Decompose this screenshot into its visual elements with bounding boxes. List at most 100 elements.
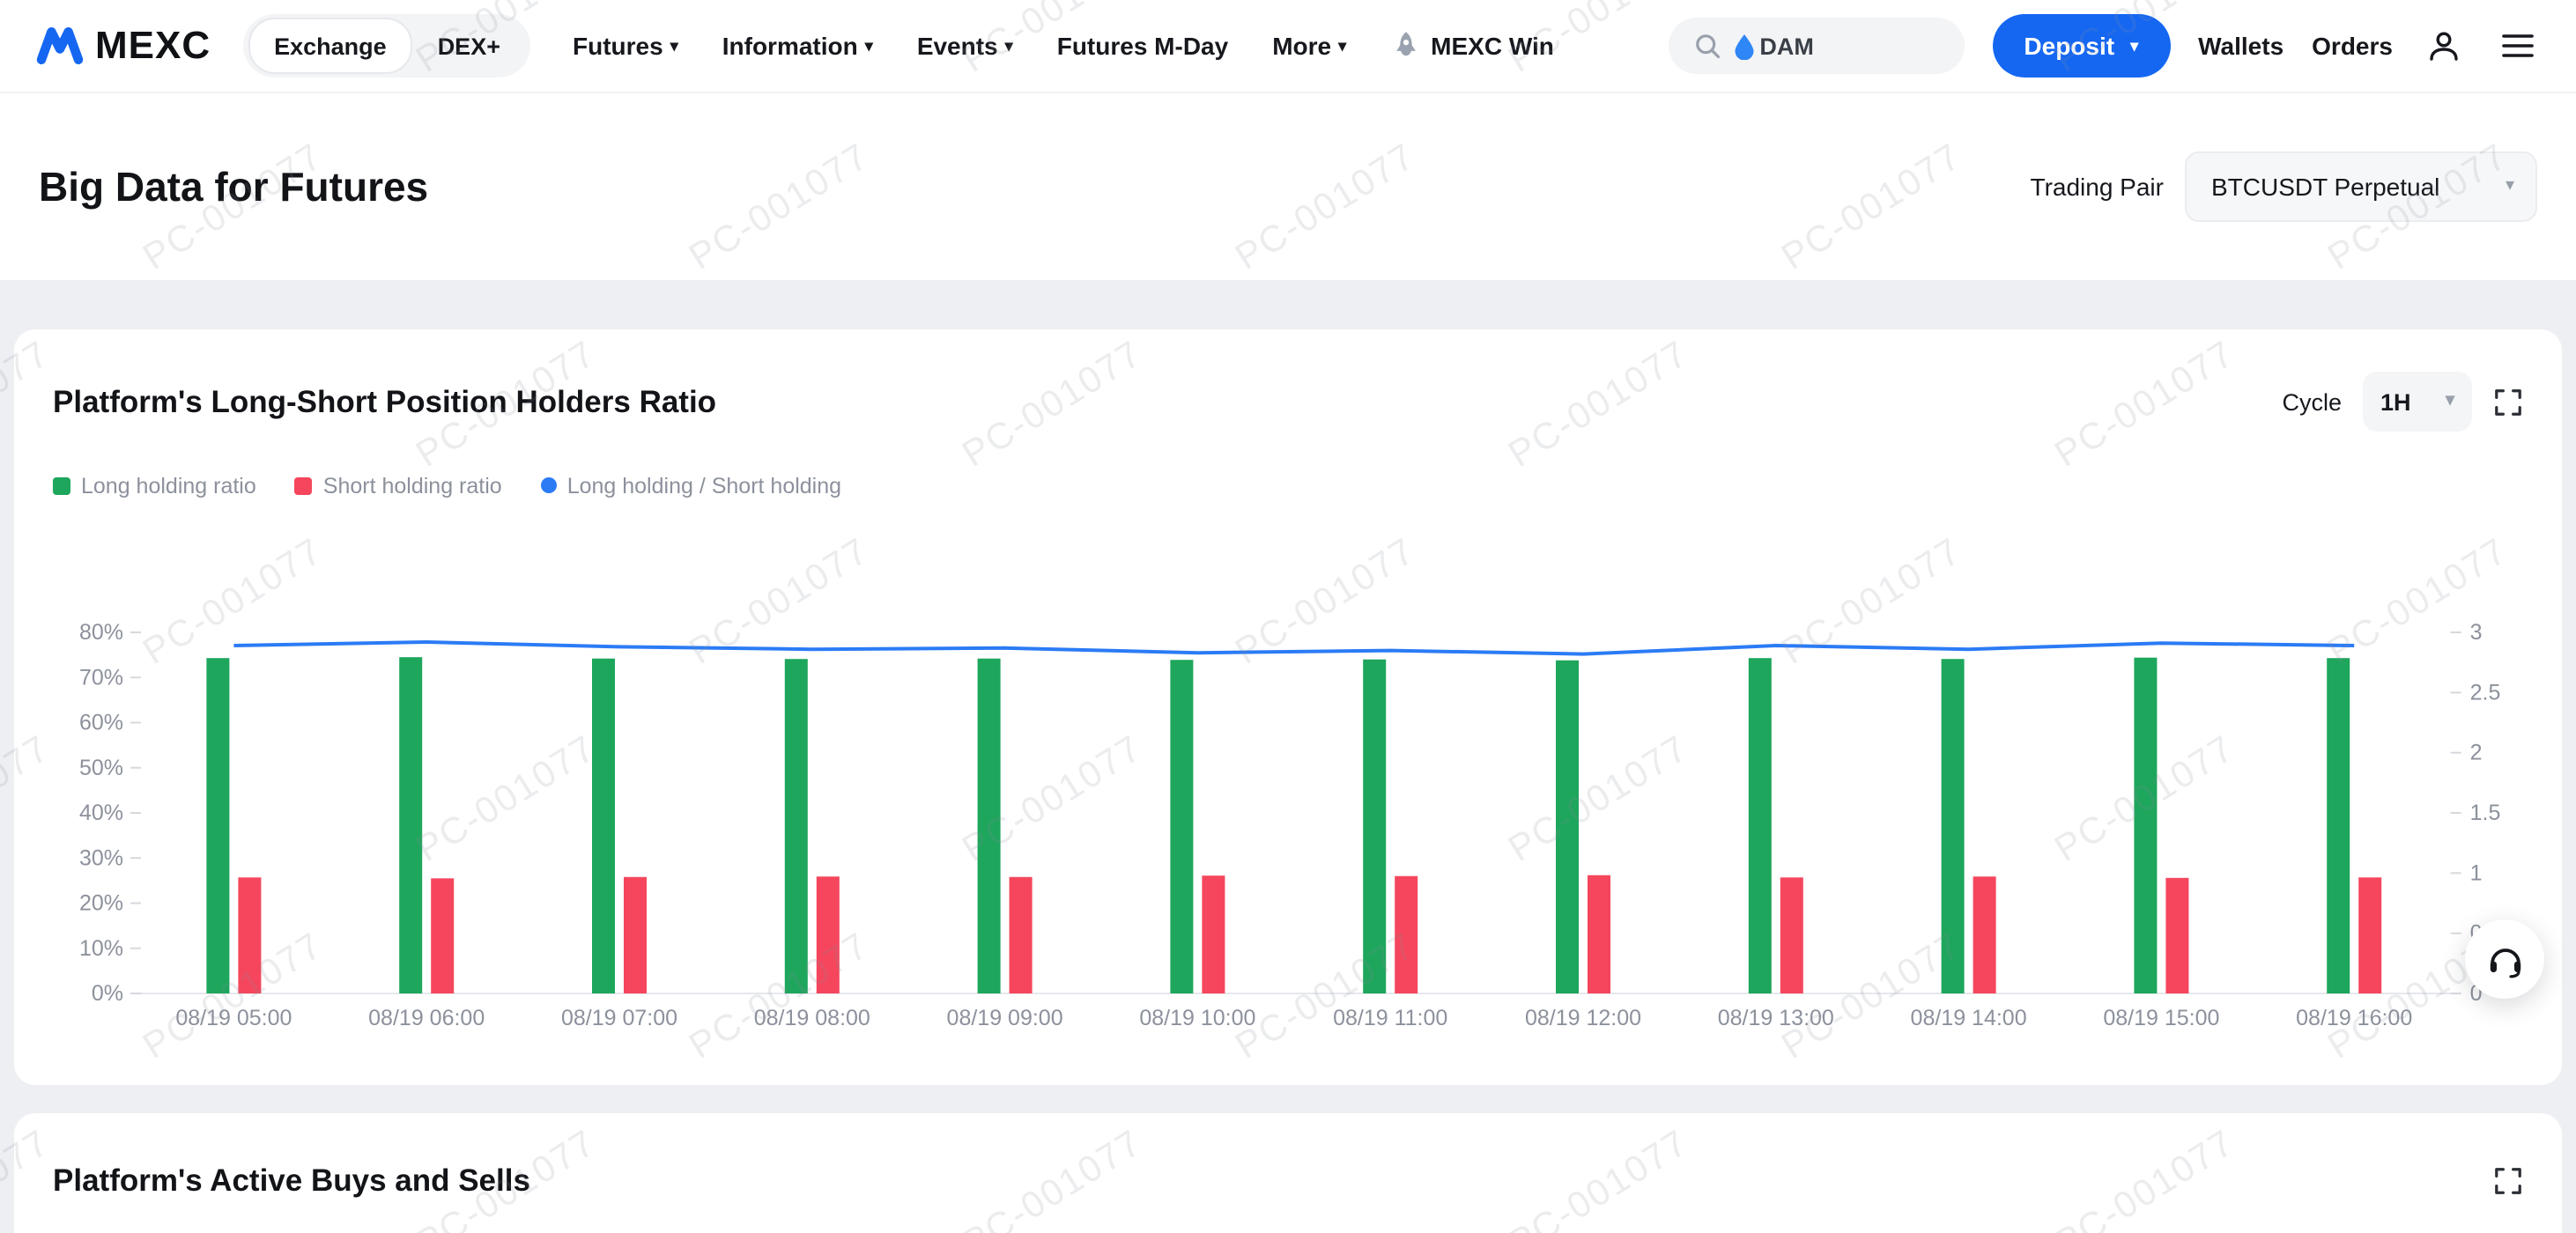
chevron-down-icon: ▾ [2506,178,2514,196]
svg-text:80%: 80% [79,620,123,645]
headset-icon [2485,940,2524,978]
svg-text:08/19 11:00: 08/19 11:00 [1333,1006,1447,1030]
droplet-icon [1733,33,1754,59]
svg-text:08/19 08:00: 08/19 08:00 [754,1006,870,1030]
menu-icon[interactable] [2495,23,2541,69]
search-value: DAM [1733,33,1814,59]
trading-pair-control: Trading Pair BTCUSDT Perpetual ▾ [2031,151,2538,222]
card-title: Platform's Active Buys and Sells [53,1155,530,1205]
nav-item-label: Futures M-Day [1057,32,1228,60]
search-icon [1692,32,1721,60]
orders-link[interactable]: Orders [2312,32,2393,60]
nav-item-label: Events [917,32,998,60]
card-tools: Cycle 1H ▾ [2282,372,2523,432]
chart-legend: Long holding ratio Short holding ratio Lon… [53,470,2523,500]
card-header: Platform's Active Buys and Sells [53,1155,2523,1205]
primary-nav: Futures ▾ Information ▾ Events ▾ Futures… [573,30,1554,62]
long-short-ratio-chart: 0%10%20%30%40%50%60%70%80%00.511.522.530… [53,606,2523,1050]
cycle-label: Cycle [2282,388,2342,415]
mexc-logo[interactable]: MEXC [35,21,211,70]
trading-pair-value: BTCUSDT Perpetual [2211,173,2439,201]
svg-text:08/19 10:00: 08/19 10:00 [1139,1006,1255,1030]
svg-text:08/19 07:00: 08/19 07:00 [561,1006,677,1030]
nav-item-events[interactable]: Events ▾ [917,32,1013,60]
search-token-text: DAM [1759,33,1814,59]
long-short-ratio-card: Platform's Long-Short Position Holders R… [14,329,2562,1085]
chevron-down-icon: ▾ [1005,38,1013,54]
legend-marker-icon [53,476,70,494]
svg-text:08/19 14:00: 08/19 14:00 [1911,1006,2027,1030]
nav-item-label: Futures [573,32,663,60]
svg-text:40%: 40% [79,801,123,825]
mexc-logo-icon [35,21,85,70]
wallets-link[interactable]: Wallets [2198,32,2284,60]
ratio-line [233,642,2354,654]
support-button[interactable] [2465,919,2544,999]
deposit-label: Deposit [2024,32,2114,60]
left-axis: 0% 10% 20% 30% 40% 50% 60% 70% 80% [79,620,141,1006]
trading-pair-label: Trading Pair [2031,173,2165,201]
svg-text:08/19 05:00: 08/19 05:00 [175,1006,292,1030]
svg-text:2.5: 2.5 [2470,680,2501,705]
active-buys-sells-card: Platform's Active Buys and Sells Active … [14,1113,2562,1233]
svg-text:08/19 06:00: 08/19 06:00 [368,1006,485,1030]
legend-label: Long holding / Short holding [567,473,841,498]
nav-item-label: MEXC Win [1431,32,1554,60]
legend-marker-icon [295,476,313,494]
nav-item-more[interactable]: More ▾ [1272,32,1346,60]
search-input[interactable]: DAM [1668,18,1964,74]
svg-text:1: 1 [2470,860,2483,885]
svg-text:08/19 09:00: 08/19 09:00 [947,1006,1063,1030]
chevron-down-icon: ▾ [670,38,678,54]
svg-text:08/19 16:00: 08/19 16:00 [2296,1006,2412,1030]
deposit-button[interactable]: Deposit ▾ [1992,14,2170,78]
chevron-down-icon: ▾ [2446,393,2454,410]
toggle-dex[interactable]: DEX+ [413,19,525,72]
nav-item-information[interactable]: Information ▾ [722,32,873,60]
legend-item[interactable]: Long holding / Short holding [541,473,841,498]
page-header: Big Data for Futures Trading Pair BTCUSD… [0,93,2576,280]
chevron-down-icon: ▾ [1338,38,1346,54]
nav-item-futures[interactable]: Futures ▾ [573,32,678,60]
market-toggle: Exchange DEX+ [242,14,530,78]
fullscreen-icon[interactable] [2493,1165,2523,1195]
nav-item-mexc-win[interactable]: MEXC Win [1390,30,1554,62]
svg-text:3: 3 [2470,620,2483,645]
legend-item[interactable]: Short holding ratio [295,473,502,498]
svg-text:10%: 10% [79,936,123,961]
svg-text:30%: 30% [79,845,123,870]
svg-text:70%: 70% [79,665,123,690]
page: MEXC Exchange DEX+ Futures ▾ Information… [0,0,2576,1233]
logo-text: MEXC [95,23,211,69]
nav-item-label: More [1272,32,1331,60]
card-header: Platform's Long-Short Position Holders R… [53,372,2523,432]
legend-marker-icon [541,477,557,493]
x-axis-labels: 08/19 05:00 08/19 06:00 08/19 07:00 08/19 0… [175,1006,2412,1030]
legend-item[interactable]: Long holding ratio [53,473,256,498]
svg-text:1.5: 1.5 [2470,801,2501,825]
cycle-select[interactable]: 1H ▾ [2363,372,2472,432]
card-tools [2493,1165,2523,1195]
chevron-down-icon: ▾ [865,38,873,54]
svg-text:08/19 15:00: 08/19 15:00 [2103,1006,2219,1030]
svg-text:2: 2 [2470,741,2483,765]
svg-text:0%: 0% [92,981,123,1006]
trading-pair-select[interactable]: BTCUSDT Perpetual ▾ [2185,151,2537,222]
top-navbar: MEXC Exchange DEX+ Futures ▾ Information… [0,0,2576,93]
svg-text:50%: 50% [79,756,123,780]
svg-text:60%: 60% [79,711,123,735]
nav-item-futures-mday[interactable]: Futures M-Day [1057,32,1228,60]
navbar-right: DAM Deposit ▾ Wallets Orders [1668,14,2541,78]
fullscreen-icon[interactable] [2493,387,2523,417]
toggle-exchange[interactable]: Exchange [248,18,413,74]
svg-text:20%: 20% [79,891,123,916]
cycle-value: 1H [2380,388,2411,415]
short-bars [238,875,2381,993]
nav-item-label: Information [722,32,858,60]
mexc-win-icon [1390,30,1422,62]
main-content: Platform's Long-Short Position Holders R… [0,280,2576,1233]
profile-icon[interactable] [2421,23,2467,69]
chevron-down-icon: ▾ [2130,38,2138,54]
svg-text:08/19 13:00: 08/19 13:00 [1718,1006,1834,1030]
svg-text:08/19 12:00: 08/19 12:00 [1525,1006,1641,1030]
